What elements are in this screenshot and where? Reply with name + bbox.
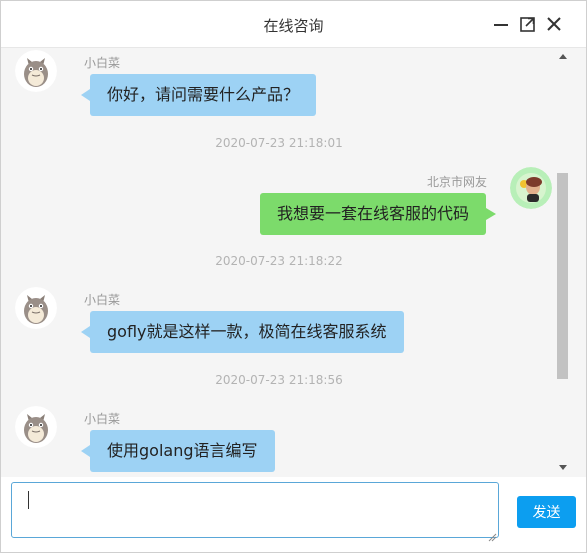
totoro-avatar — [15, 406, 57, 448]
sender-name: 小白菜 — [84, 293, 121, 307]
chat-scrollbar[interactable] — [554, 48, 570, 476]
text-caret — [28, 491, 29, 509]
message-timestamp: 2020-07-23 21:18:22 — [215, 254, 343, 268]
message-list[interactable]: 小白菜 你好，请问需要什么产品？ 2020-07-23 21:18:01 北京市… — [5, 48, 553, 476]
agent-message-bubble: 使用golang语言编写 — [81, 430, 275, 472]
sender-name: 小白菜 — [84, 56, 121, 70]
scrollbar-thumb[interactable] — [557, 173, 568, 379]
title-bar: 在线咨询 — [1, 1, 586, 48]
agent-message-bubble: 你好，请问需要什么产品？ — [80, 74, 317, 116]
sender-name: 小白菜 — [84, 412, 121, 426]
scroll-up-icon[interactable] — [559, 54, 567, 59]
chat-window: 在线咨询 小白菜 你好，请问需要什么产品？ 2020-07-23 21:18:0… — [0, 0, 587, 553]
scroll-down-icon[interactable] — [559, 465, 567, 470]
close-icon[interactable] — [544, 14, 564, 34]
user-avatar — [510, 167, 552, 209]
message-timestamp: 2020-07-23 21:18:56 — [215, 373, 343, 387]
user-message-bubble: 我想要一套在线客服的代码 — [259, 193, 497, 235]
minimize-icon[interactable] — [491, 14, 511, 34]
resize-grip-icon[interactable] — [487, 527, 497, 542]
totoro-avatar — [15, 287, 57, 329]
send-button[interactable]: 发送 — [517, 496, 576, 528]
sender-name: 北京市网友 — [426, 175, 487, 189]
message-composer: 发送 — [1, 477, 586, 552]
agent-message-bubble: gofly就是这样一款，极简在线客服系统 — [81, 311, 404, 353]
maximize-icon[interactable] — [518, 14, 538, 34]
message-input[interactable] — [11, 482, 499, 538]
totoro-avatar — [15, 50, 57, 92]
message-timestamp: 2020-07-23 21:18:01 — [215, 136, 343, 150]
